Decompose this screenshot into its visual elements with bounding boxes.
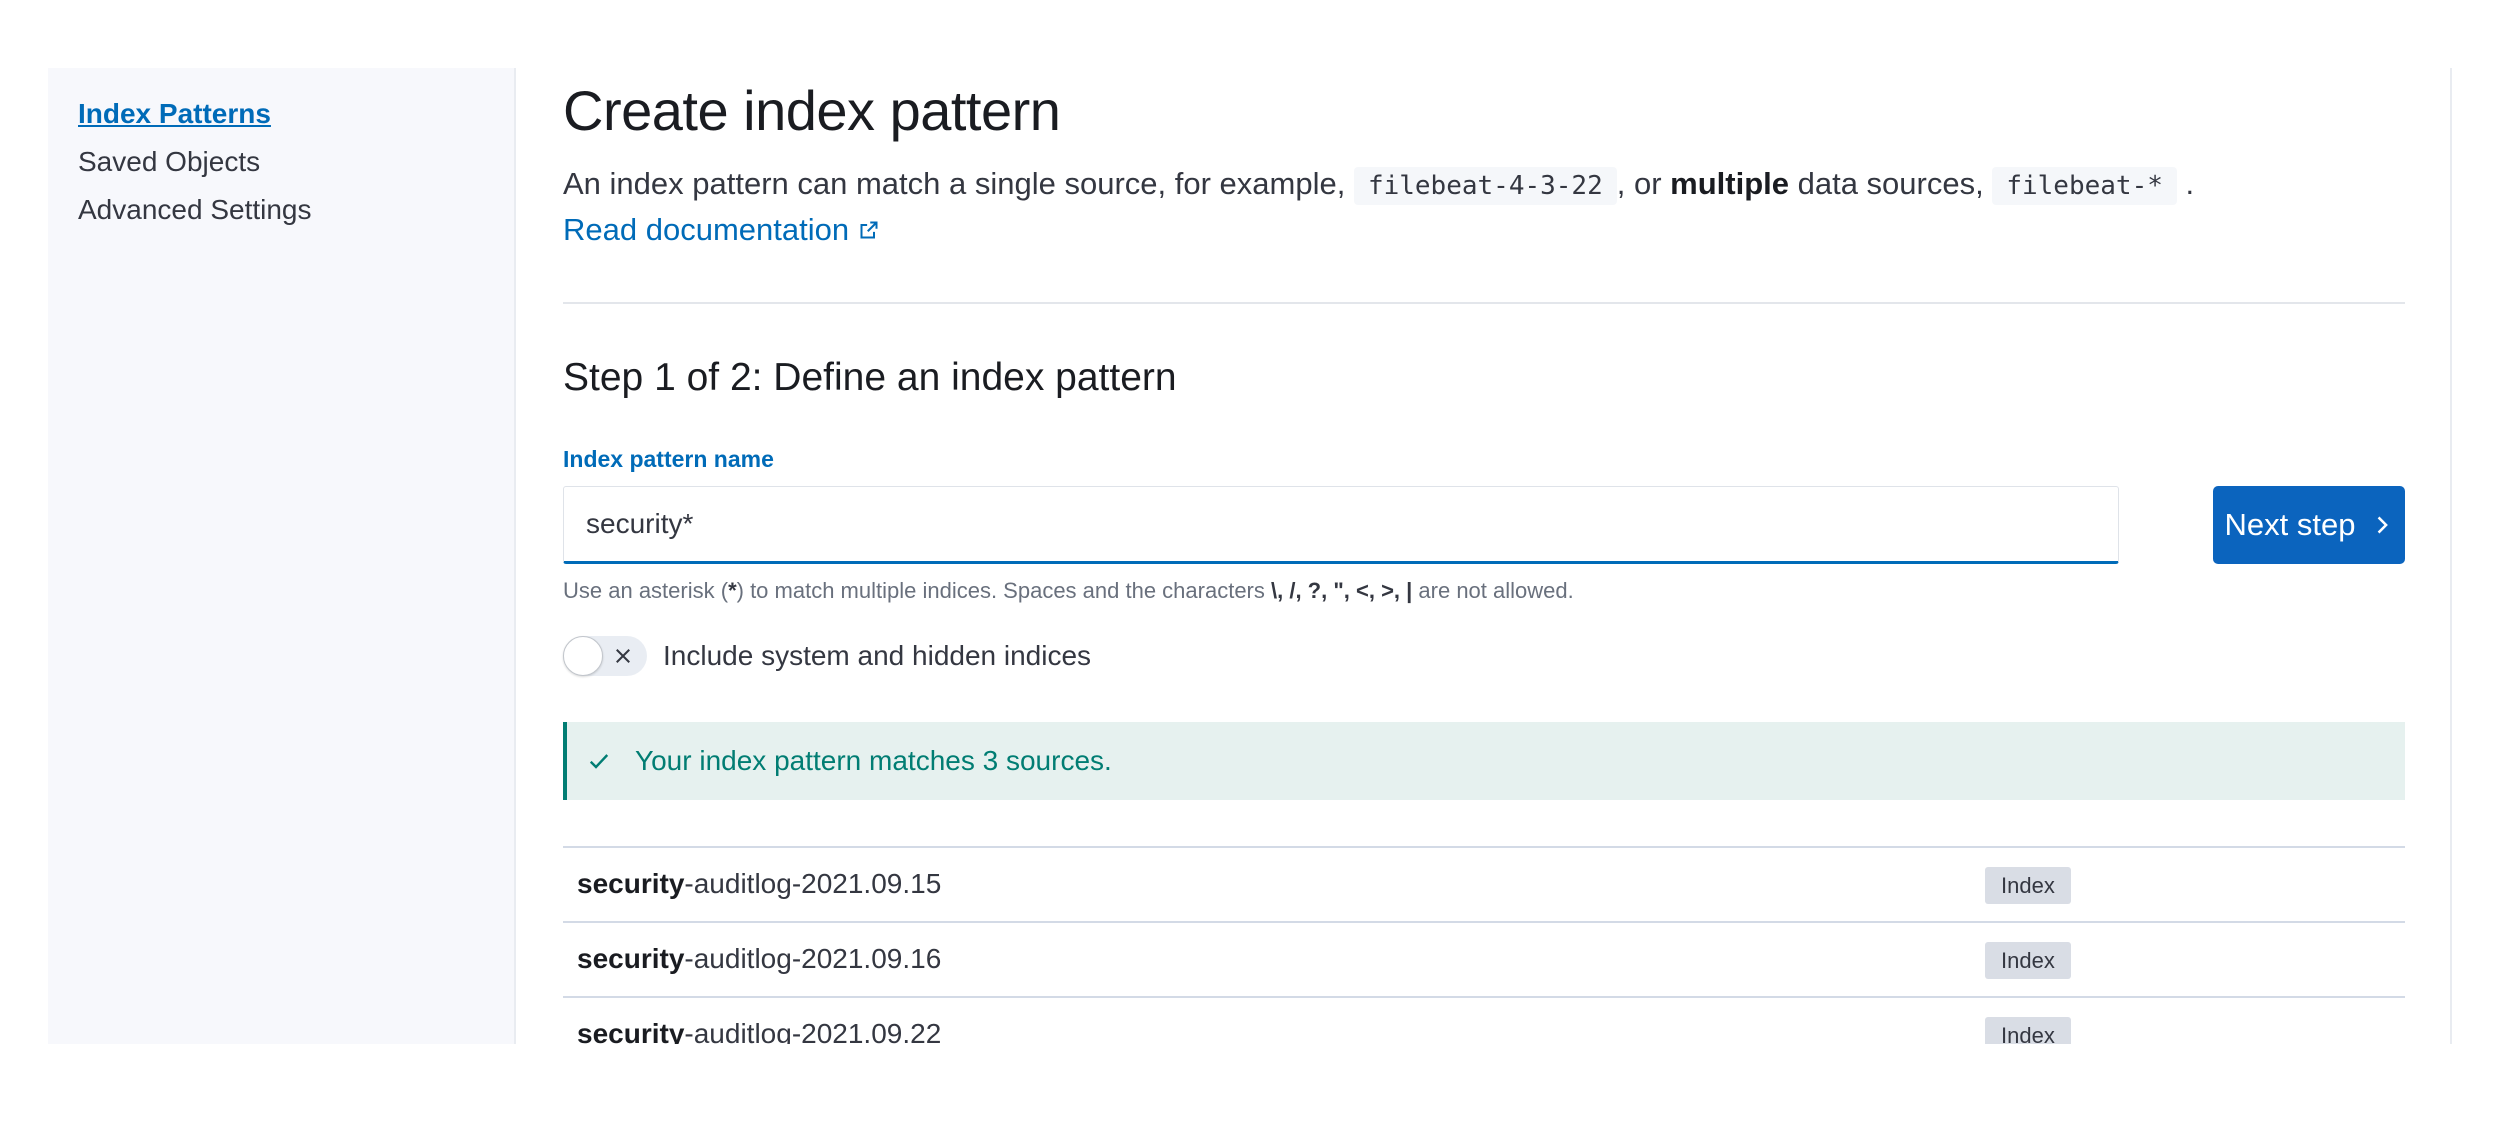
source-name: security-auditlog-2021.09.16 <box>577 943 941 975</box>
sidebar-divider <box>514 68 516 1044</box>
page-description: An index pattern can match a single sour… <box>563 162 2194 208</box>
help-disallowed-chars: \, /, ?, ", <, >, | <box>1271 578 1413 603</box>
app-frame: Index Patterns Saved Objects Advanced Se… <box>48 68 2452 1044</box>
source-name-match: security <box>577 1018 685 1044</box>
next-step-button[interactable]: Next step <box>2213 486 2405 564</box>
step-title: Step 1 of 2: Define an index pattern <box>563 356 1177 399</box>
table-row: security-auditlog-2021.09.22 Index <box>563 998 2405 1044</box>
description-text: . <box>2176 166 2195 201</box>
example-code-single: filebeat-4-3-22 <box>1353 167 1617 205</box>
sidebar-item-saved-objects[interactable]: Saved Objects <box>78 138 312 186</box>
source-name-rest: -auditlog-2021.09.16 <box>684 943 942 974</box>
index-badge: Index <box>1985 1017 2071 1044</box>
help-text: ) to match multiple indices. Spaces and … <box>736 578 1271 603</box>
sidebar-item-advanced-settings[interactable]: Advanced Settings <box>78 186 312 234</box>
table-row: security-auditlog-2021.09.15 Index <box>563 848 2405 923</box>
description-text: , or <box>1616 166 1671 201</box>
description-text: data sources, <box>1789 166 1993 201</box>
check-icon <box>589 754 609 769</box>
input-help-text: Use an asterisk (*) to match multiple in… <box>563 578 1574 604</box>
sidebar-nav: Index Patterns Saved Objects Advanced Se… <box>78 90 312 234</box>
help-text: are not allowed. <box>1412 578 1574 603</box>
cross-icon <box>616 649 630 663</box>
include-hidden-toggle[interactable] <box>563 636 647 676</box>
chevron-right-icon <box>2378 516 2389 534</box>
matching-sources-table: security-auditlog-2021.09.15 Index secur… <box>563 846 2405 1044</box>
sidebar: Index Patterns Saved Objects Advanced Se… <box>48 68 514 1044</box>
source-name-match: security <box>577 868 685 899</box>
description-text: An index pattern can match a single sour… <box>563 166 1354 201</box>
main-content: Create index pattern An index pattern ca… <box>563 68 2405 1044</box>
sidebar-item-index-patterns[interactable]: Index Patterns <box>78 90 312 138</box>
callout-text: Your index pattern matches 3 sources. <box>635 745 1112 776</box>
page-title: Create index pattern <box>563 79 1061 142</box>
include-hidden-toggle-label[interactable]: Include system and hidden indices <box>663 640 1091 672</box>
index-badge: Index <box>1985 942 2071 979</box>
source-name-match: security <box>577 943 685 974</box>
source-name-rest: -auditlog-2021.09.22 <box>684 1018 942 1044</box>
panel-edge <box>2450 68 2452 1044</box>
section-divider <box>563 302 2405 304</box>
external-link-icon <box>860 221 878 239</box>
source-name-rest: -auditlog-2021.09.15 <box>684 868 942 899</box>
include-hidden-toggle-row: Include system and hidden indices <box>563 636 1091 676</box>
index-pattern-input-wrapper <box>563 486 2119 564</box>
match-success-callout: Your index pattern matches 3 sources. <box>563 722 2405 800</box>
next-step-label: Next step <box>2224 507 2356 542</box>
index-pattern-name-label: Index pattern name <box>563 446 774 472</box>
index-badge: Index <box>1985 867 2071 904</box>
doc-link-label: Read documentation <box>563 212 850 247</box>
help-asterisk: * <box>728 578 737 603</box>
read-documentation-link[interactable]: Read documentation <box>563 212 879 248</box>
source-name: security-auditlog-2021.09.22 <box>577 1018 941 1044</box>
example-code-multiple: filebeat-* <box>1992 167 2177 205</box>
help-text: Use an asterisk ( <box>563 578 729 603</box>
description-emphasis: multiple <box>1670 166 1789 201</box>
source-name: security-auditlog-2021.09.15 <box>577 868 941 900</box>
table-row: security-auditlog-2021.09.16 Index <box>563 923 2405 998</box>
index-pattern-name-input[interactable] <box>564 487 2118 561</box>
toggle-knob <box>563 636 603 676</box>
